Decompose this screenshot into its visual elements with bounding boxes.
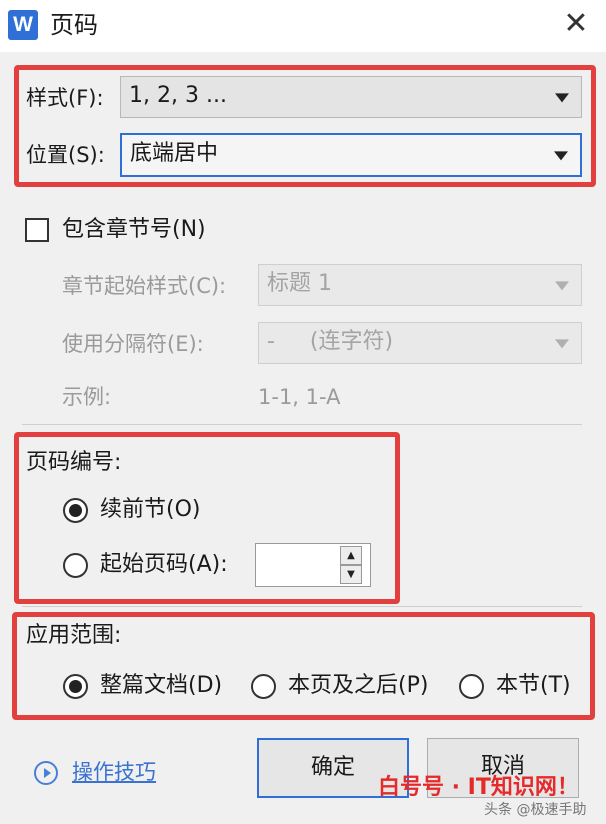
example-value: 1-1, 1-A: [258, 385, 341, 409]
spin-down-button[interactable]: ▼: [340, 565, 362, 584]
position-label: 位置(S):: [26, 143, 105, 167]
watermark-brand: 白号号 · IT知识网！: [378, 775, 579, 800]
chevron-down-icon: [555, 339, 569, 349]
whole-document-radio[interactable]: [63, 674, 88, 699]
chevron-down-icon: [555, 281, 569, 291]
continue-label[interactable]: 续前节(O): [100, 496, 200, 524]
separator-label: 使用分隔符(E):: [62, 332, 204, 356]
spin-up-button[interactable]: ▲: [340, 546, 362, 565]
include-chapter-checkbox[interactable]: [25, 218, 49, 242]
chapter-start-style-value: 标题 1: [267, 271, 332, 296]
include-chapter-label[interactable]: 包含章节号(N): [62, 216, 206, 244]
chevron-down-icon: [555, 93, 569, 103]
this-section-radio[interactable]: [459, 674, 484, 699]
apply-range-heading: 应用范围:: [26, 623, 122, 648]
section-divider: [22, 606, 582, 607]
start-page-label[interactable]: 起始页码(A):: [100, 551, 228, 579]
this-section-label[interactable]: 本节(T): [496, 672, 571, 700]
chapter-start-style-select[interactable]: 标题 1: [258, 264, 582, 306]
this-page-onward-radio[interactable]: [251, 674, 276, 699]
this-page-onward-label[interactable]: 本页及之后(P): [288, 672, 428, 700]
style-select[interactable]: 1, 2, 3 ...: [120, 76, 582, 118]
close-icon[interactable]: ✕: [556, 4, 596, 44]
separator-value: - (连字符): [267, 329, 394, 354]
start-page-radio[interactable]: [63, 553, 88, 578]
whole-document-label[interactable]: 整篇文档(D): [100, 672, 222, 700]
numbering-heading: 页码编号:: [26, 450, 122, 475]
position-select-value: 底端居中: [130, 141, 219, 166]
tips-link[interactable]: 操作技巧: [72, 758, 156, 786]
dialog-title: 页码: [50, 11, 98, 39]
watermark-credit: 头条 @极速手助: [484, 802, 587, 818]
continue-radio[interactable]: [63, 498, 88, 523]
separator-select[interactable]: - (连字符): [258, 322, 582, 364]
position-select[interactable]: 底端居中: [120, 133, 582, 177]
style-select-value: 1, 2, 3 ...: [129, 83, 227, 108]
wps-app-icon: W: [8, 10, 38, 40]
chapter-start-style-label: 章节起始样式(C):: [62, 274, 227, 298]
style-label: 样式(F):: [26, 86, 104, 110]
play-circle-icon[interactable]: [34, 761, 58, 785]
example-label: 示例:: [62, 385, 112, 409]
chevron-down-icon: [554, 151, 568, 161]
section-divider: [22, 424, 582, 425]
